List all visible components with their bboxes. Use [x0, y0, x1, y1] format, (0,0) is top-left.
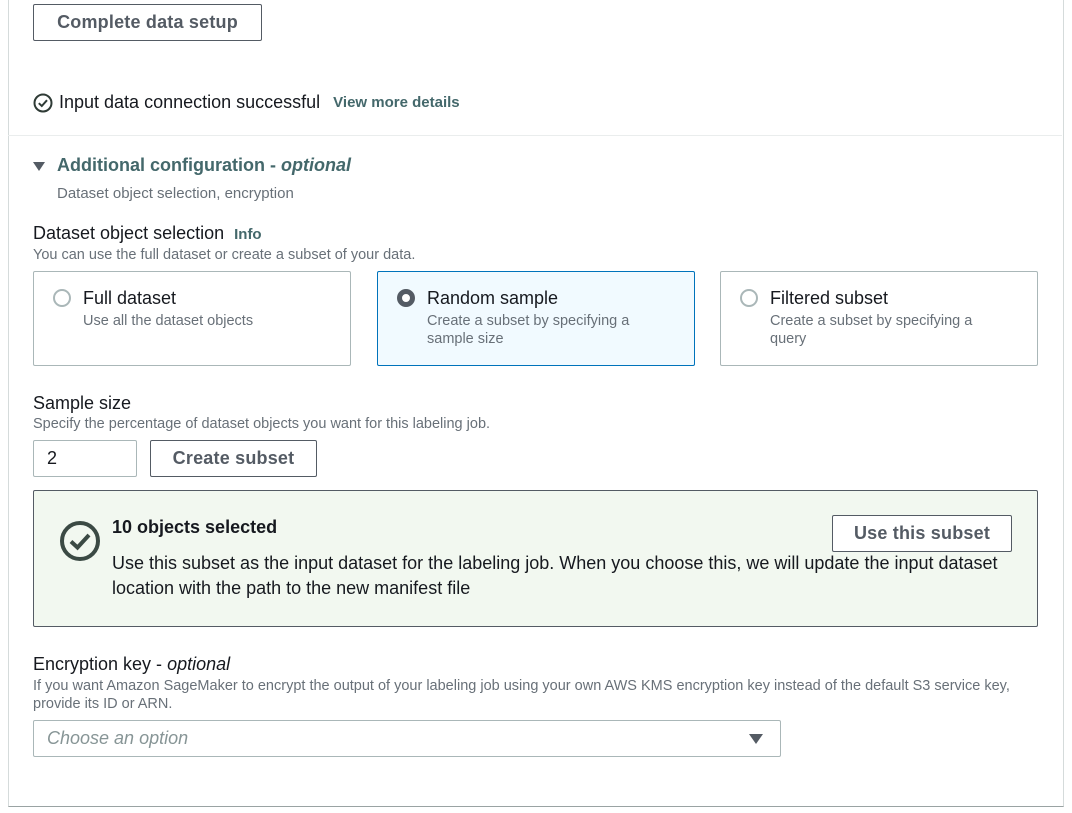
option-random-sample[interactable]: Random sample Create a subset by specify… [377, 271, 695, 366]
connection-status-text: Input data connection successful [59, 92, 321, 112]
option-filtered-subset[interactable]: Filtered subset Create a subset by speci… [720, 271, 1038, 366]
section-divider [8, 135, 1062, 136]
option-full-dataset[interactable]: Full dataset Use all the dataset objects [33, 271, 351, 366]
info-link[interactable]: Info [234, 226, 262, 243]
select-placeholder: Choose an option [47, 728, 189, 748]
connection-status: Input data connection successful View mo… [33, 92, 460, 113]
dataset-selection-description: You can use the full dataset or create a… [33, 247, 416, 263]
sample-size-description: Specify the percentage of dataset object… [33, 416, 491, 432]
check-circle-icon [60, 521, 100, 561]
caret-down-icon [33, 161, 45, 171]
radio-full-dataset[interactable] [53, 289, 71, 307]
option-title: Full dataset [83, 288, 177, 308]
option-description: Use all the dataset objects [83, 313, 254, 329]
create-subset-button[interactable]: Create subset [150, 440, 317, 477]
additional-configuration-description: Dataset object selection, encryption [57, 185, 294, 202]
use-this-subset-button[interactable]: Use this subset [832, 515, 1012, 552]
option-description: Create a subset by specifying a sample s… [427, 313, 630, 347]
radio-filtered-subset[interactable] [740, 289, 758, 307]
sample-size-label: Sample size [33, 393, 132, 413]
view-more-details-link[interactable]: View more details [333, 94, 459, 111]
alert-title: 10 objects selected [112, 517, 278, 537]
option-description: Create a subset by specifying a query [770, 313, 973, 347]
dataset-selection-header: Dataset object selection Info [33, 223, 262, 244]
complete-data-setup-button[interactable]: Complete data setup [33, 4, 262, 41]
additional-configuration-expander[interactable]: Additional configuration - optional [33, 155, 351, 176]
encryption-key-label: Encryption key - optional [33, 654, 231, 674]
dataset-selection-label: Dataset object selection [33, 223, 225, 243]
alert-body: Use this subset as the input dataset for… [112, 553, 998, 598]
option-title: Filtered subset [770, 288, 889, 308]
option-title: Random sample [427, 288, 559, 308]
subset-success-alert: 10 objects selected Use this subset as t… [33, 490, 1038, 627]
encryption-key-description: If you want Amazon SageMaker to encrypt … [33, 678, 1010, 712]
radio-random-sample[interactable] [397, 289, 415, 307]
additional-configuration-title: Additional configuration - optional [57, 155, 351, 175]
sample-size-input[interactable]: 2 [33, 440, 137, 477]
encryption-key-select[interactable]: Choose an option [33, 720, 781, 757]
check-circle-icon [33, 93, 53, 112]
caret-down-icon [749, 734, 763, 744]
